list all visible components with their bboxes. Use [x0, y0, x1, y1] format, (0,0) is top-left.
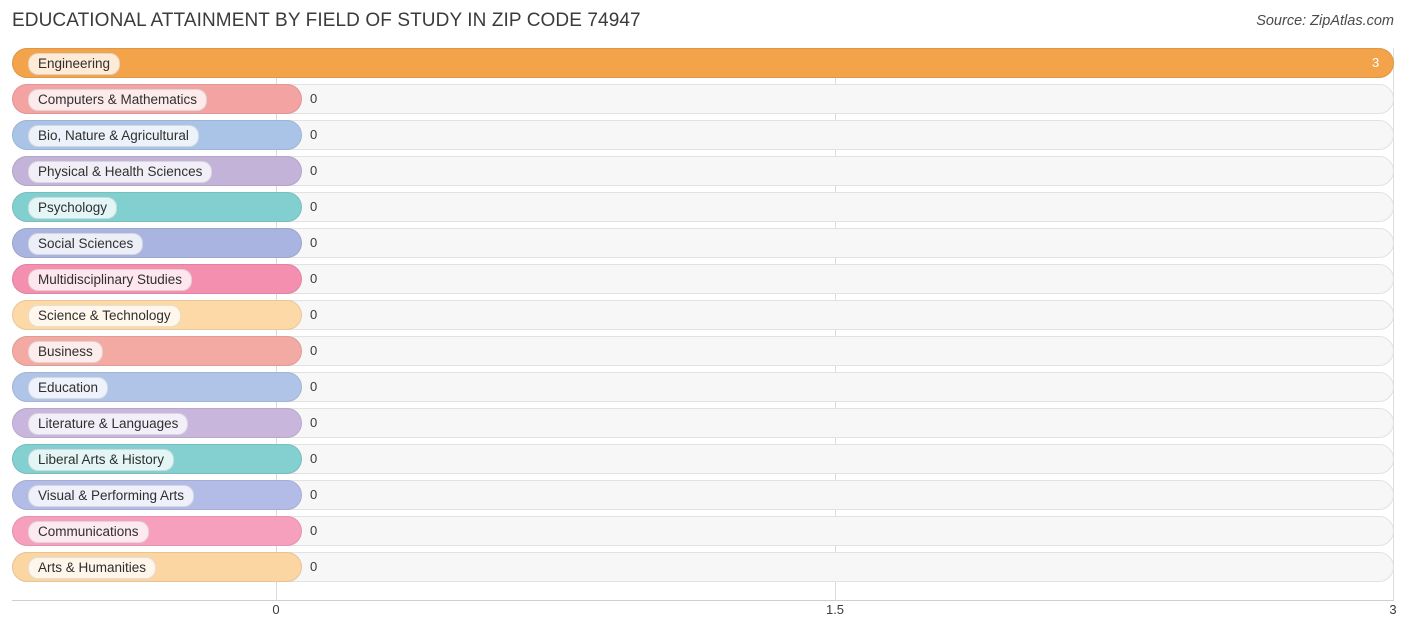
bar-row: Multidisciplinary Studies 0	[12, 264, 1394, 294]
bar-label: Science & Technology	[28, 305, 181, 327]
bar-row: Social Sciences 0	[12, 228, 1394, 258]
bar-value: 0	[310, 415, 318, 430]
bar-label: Literature & Languages	[28, 413, 189, 435]
bar-row: Physical & Health Sciences 0	[12, 156, 1394, 186]
bar-label: Physical & Health Sciences	[28, 161, 213, 183]
bar-row: Liberal Arts & History 0	[12, 444, 1394, 474]
bar-row: Psychology 0	[12, 192, 1394, 222]
bar-value: 0	[310, 163, 318, 178]
bar-row: Engineering 3	[12, 48, 1394, 78]
bar-value: 0	[310, 451, 318, 466]
chart-header: EDUCATIONAL ATTAINMENT BY FIELD OF STUDY…	[0, 0, 1406, 44]
bar-row: Computers & Mathematics 0	[12, 84, 1394, 114]
bar-label: Bio, Nature & Agricultural	[28, 125, 199, 147]
bar-value: 0	[310, 199, 318, 214]
bar-row: Bio, Nature & Agricultural 0	[12, 120, 1394, 150]
bar-row: Communications 0	[12, 516, 1394, 546]
bar-value: 0	[310, 91, 318, 106]
bar-label: Liberal Arts & History	[28, 449, 175, 471]
bar-value: 0	[310, 235, 318, 250]
bar-row: Science & Technology 0	[12, 300, 1394, 330]
x-tick-label: 3	[1389, 602, 1397, 617]
bar-label: Communications	[28, 521, 149, 543]
bar-value: 3	[1372, 55, 1380, 70]
bar-row: Arts & Humanities 0	[12, 552, 1394, 582]
x-axis: 0 1.5 3	[12, 600, 1397, 630]
bar-label: Psychology	[28, 197, 118, 219]
bar-label: Visual & Performing Arts	[28, 485, 195, 507]
bar-label: Business	[28, 341, 103, 363]
bar-label: Engineering	[28, 53, 121, 75]
bar-label: Multidisciplinary Studies	[28, 269, 193, 291]
bar[interactable]	[12, 48, 1394, 78]
x-tick-label: 0	[272, 602, 280, 617]
axis-line	[12, 600, 1394, 601]
bar-value: 0	[310, 271, 318, 286]
bar-row: Business 0	[12, 336, 1394, 366]
bar-value: 0	[310, 379, 318, 394]
bar-value: 0	[310, 307, 318, 322]
bar-row: Literature & Languages 0	[12, 408, 1394, 438]
bar-row: Visual & Performing Arts 0	[12, 480, 1394, 510]
bar-row: Education 0	[12, 372, 1394, 402]
plot-region: Engineering 3 Computers & Mathematics 0 Bio,…	[12, 48, 1394, 600]
bar-label: Arts & Humanities	[28, 557, 157, 579]
page-title: EDUCATIONAL ATTAINMENT BY FIELD OF STUDY…	[12, 10, 641, 31]
bar-value: 0	[310, 487, 318, 502]
x-tick-label: 1.5	[825, 602, 845, 617]
bar-value: 0	[310, 343, 318, 358]
bar-label: Education	[28, 377, 109, 399]
source-label: Source: ZipAtlas.com	[1256, 13, 1394, 29]
bar-value: 0	[310, 523, 318, 538]
bar-value: 0	[310, 559, 318, 574]
bar-label: Computers & Mathematics	[28, 89, 208, 111]
bar-value: 0	[310, 127, 318, 142]
chart-area: Engineering 3 Computers & Mathematics 0 Bio,…	[0, 44, 1406, 632]
bar-label: Social Sciences	[28, 233, 144, 255]
